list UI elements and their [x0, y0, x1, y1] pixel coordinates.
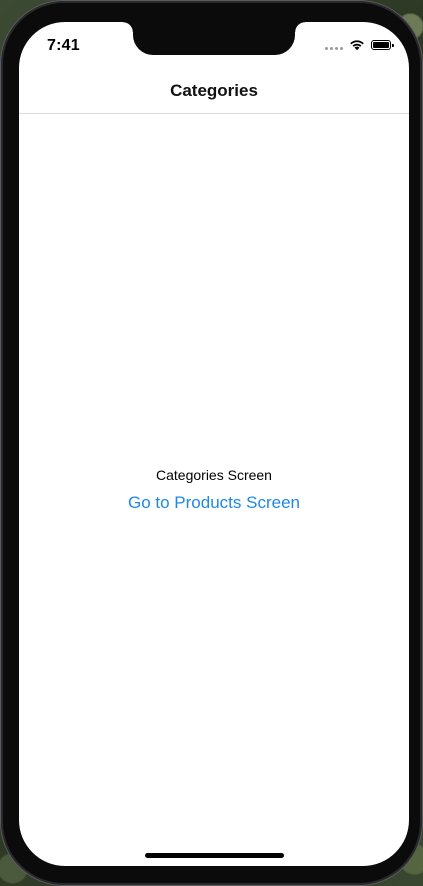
cellular-signal-icon	[325, 40, 343, 50]
device-notch	[123, 22, 305, 55]
battery-icon	[371, 40, 394, 50]
home-indicator[interactable]	[145, 853, 284, 858]
wifi-icon	[350, 40, 364, 51]
main-content: Categories Screen Go to Products Screen	[19, 114, 409, 866]
status-bar-icons	[325, 39, 394, 51]
battery-level-fill	[373, 42, 389, 48]
device-screen: 7:41 Categories Categories Screen Go to …	[19, 22, 409, 866]
page-title: Categories	[170, 81, 258, 100]
screen-label: Categories Screen	[156, 467, 272, 483]
status-bar-time: 7:41	[47, 37, 80, 54]
go-to-products-link[interactable]: Go to Products Screen	[128, 493, 300, 513]
device-frame: 7:41 Categories Categories Screen Go to …	[0, 0, 423, 886]
navigation-bar: Categories	[19, 69, 409, 114]
